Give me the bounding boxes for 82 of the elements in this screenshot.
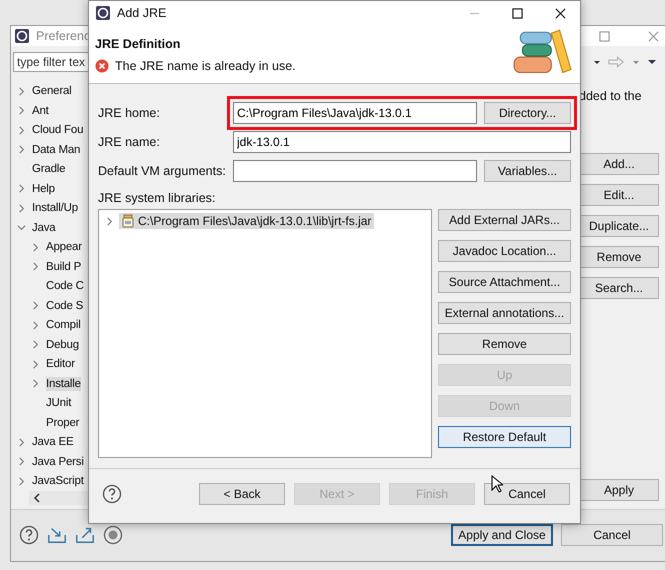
library-item[interactable]: C:\Program Files\Java\jdk-13.0.1\lib\jrt-fs.jar [119, 213, 374, 229]
tree-item[interactable]: Compil [46, 318, 81, 332]
library-button[interactable]: External annotations... [438, 302, 571, 324]
jar-icon [121, 214, 135, 228]
side-button[interactable]: Remove [579, 246, 659, 268]
chevron-right-icon[interactable] [31, 242, 40, 252]
apply-button[interactable]: Apply [579, 478, 659, 501]
chevron-right-icon[interactable] [31, 301, 40, 310]
tree-item[interactable]: Installe [46, 376, 81, 390]
chevron-right-icon[interactable] [31, 262, 40, 271]
tree-item[interactable]: Help [32, 182, 55, 196]
library-button[interactable]: Restore Default [438, 426, 571, 448]
chevron-right-icon[interactable] [31, 340, 40, 349]
tree-item[interactable]: JUnit [46, 396, 72, 410]
tree-item[interactable]: JavaScript [32, 474, 84, 488]
tree-item[interactable]: Ant [32, 104, 49, 118]
chevron-right-icon[interactable] [17, 86, 26, 96]
chevron-right-icon[interactable] [31, 379, 40, 388]
tree-item[interactable]: Code C [46, 279, 84, 293]
side-button[interactable]: Edit... [579, 184, 659, 206]
section-label: JRE system libraries: [98, 191, 216, 205]
tree-item[interactable]: Proper [46, 416, 80, 430]
footer-button[interactable]: Apply and Close [451, 524, 553, 546]
chevron-right-icon[interactable] [17, 438, 26, 446]
side-button[interactable]: Duplicate... [579, 215, 659, 238]
error-message: The JRE name is already in use. [115, 59, 296, 73]
tree-item[interactable]: Code S [46, 298, 84, 312]
tree-item[interactable]: General [32, 84, 72, 98]
tree-item[interactable]: Build P [46, 260, 82, 274]
library-button[interactable]: Source Attachment... [438, 271, 571, 293]
chevron-right-icon[interactable] [31, 360, 40, 368]
tree-item[interactable]: Install/Up [32, 201, 78, 215]
text-field[interactable]: C:\Program Files\Java\jdk-13.0.1 [233, 102, 477, 124]
wizard-button[interactable]: < Back [199, 483, 285, 505]
forward-arrow-icon[interactable] [608, 56, 625, 68]
side-button[interactable]: Search... [579, 277, 659, 300]
text-field[interactable] [233, 160, 477, 182]
window-title: Add JRE [117, 6, 166, 20]
library-button[interactable]: Remove [438, 333, 571, 355]
window-title: Preferenc [36, 29, 90, 44]
tree-item[interactable]: Java EE [32, 435, 74, 449]
maximize-icon[interactable] [512, 8, 523, 18]
tree-item[interactable]: Appear [46, 240, 82, 254]
browse-button[interactable]: Directory... [484, 102, 571, 124]
chevron-right-icon[interactable] [17, 476, 26, 486]
record-icon[interactable] [103, 525, 123, 546]
footer-button[interactable]: Cancel [561, 524, 663, 546]
tree-item[interactable]: Editor [46, 357, 75, 371]
help-icon[interactable] [102, 484, 122, 504]
side-button[interactable]: Add... [579, 153, 659, 176]
chevron-right-icon[interactable] [105, 216, 114, 226]
chevron-right-icon[interactable] [17, 457, 26, 466]
horizontal-scrollbar[interactable] [29, 490, 91, 505]
text-field[interactable]: jdk-13.0.1 [233, 130, 571, 152]
tree-item[interactable]: Data Man [32, 142, 80, 156]
field-label: Default VM arguments: [98, 164, 227, 178]
chevron-right-icon[interactable] [17, 184, 26, 193]
tree-item[interactable]: Gradle [32, 162, 66, 176]
chevron-right-icon[interactable] [17, 106, 26, 115]
chevron-right-icon[interactable] [31, 320, 40, 330]
tree-item[interactable]: Debug [46, 338, 79, 352]
close-icon[interactable] [555, 8, 566, 18]
field-label: JRE name: [98, 134, 161, 148]
library-button[interactable]: Javadoc Location... [438, 240, 571, 262]
error-icon [95, 59, 109, 73]
tree-item[interactable]: Java [32, 220, 56, 234]
wizard-button[interactable]: Cancel [484, 483, 570, 505]
library-button[interactable]: Add External JARs... [438, 209, 571, 231]
chevron-right-icon[interactable] [17, 204, 26, 212]
chevron-right-icon[interactable] [17, 126, 26, 134]
mouse-pointer-icon [491, 475, 503, 493]
export-icon[interactable] [75, 525, 95, 546]
tree-item[interactable]: Cloud Fou [32, 123, 84, 137]
app-icon [95, 5, 111, 21]
chevron-right-icon[interactable] [17, 145, 26, 154]
browse-button[interactable]: Variables... [484, 160, 571, 182]
field-label: JRE home: [98, 106, 161, 120]
help-icon[interactable] [19, 525, 39, 546]
dialog-heading: JRE Definition [95, 37, 182, 51]
tree-item[interactable]: Java Persi [32, 454, 84, 468]
chevron-down-icon[interactable] [17, 223, 26, 232]
scroll-left-icon[interactable] [33, 492, 41, 503]
